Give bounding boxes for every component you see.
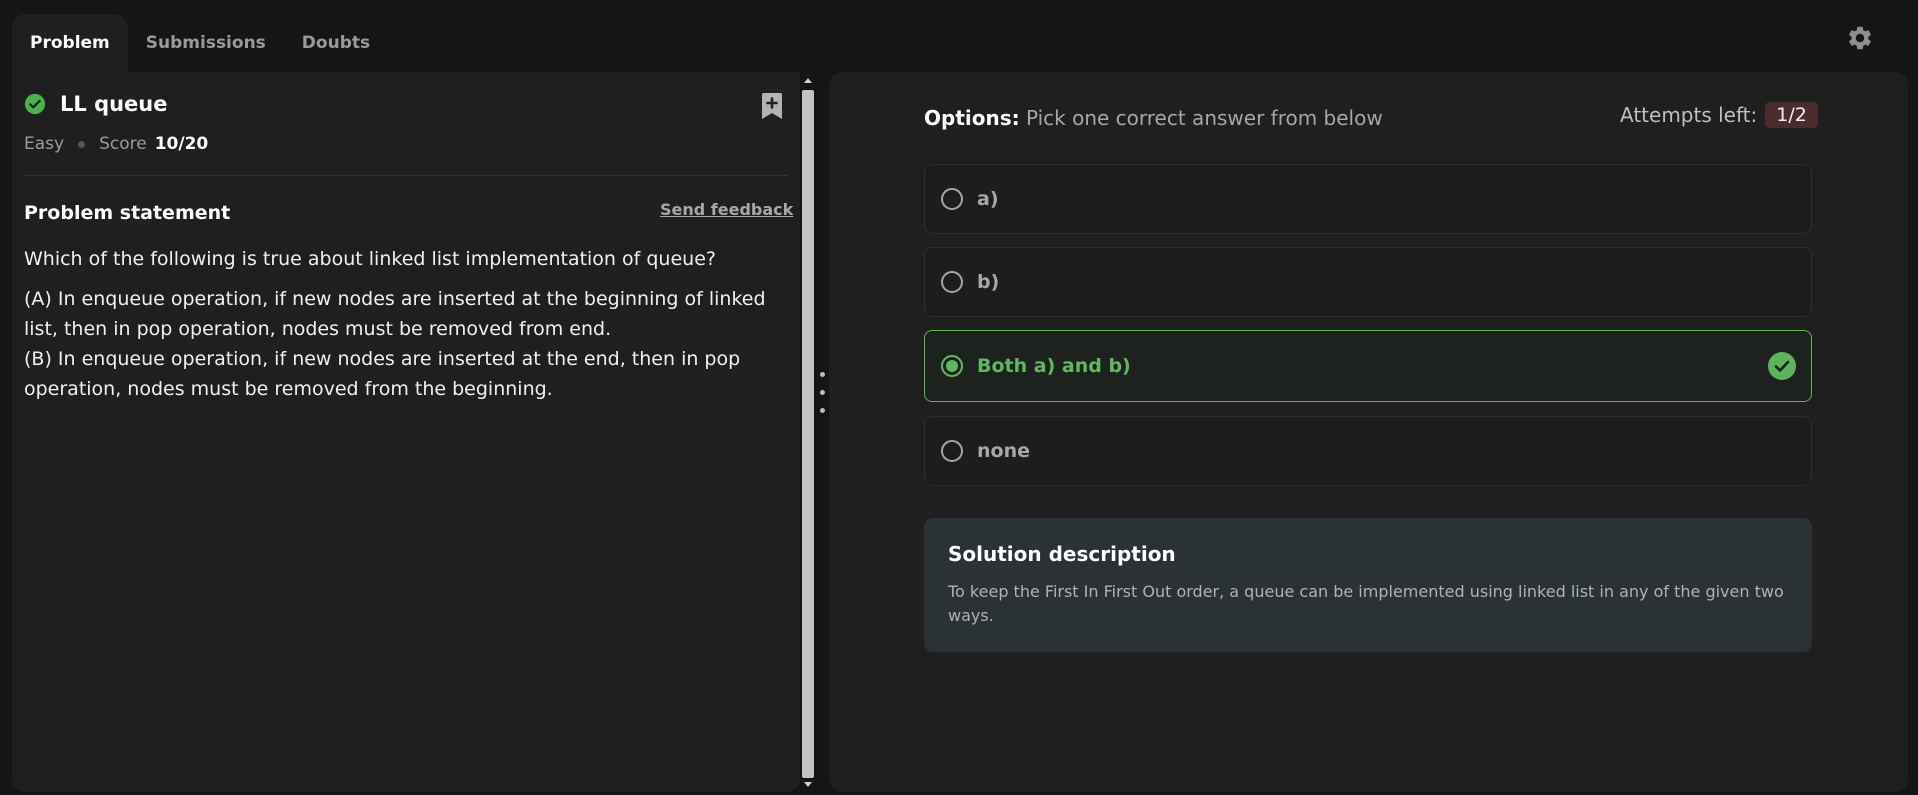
option-label: a) (977, 188, 999, 210)
option-none[interactable]: none (924, 416, 1812, 486)
score-label: Score (99, 134, 147, 154)
attempts-label: Attempts left: (1620, 103, 1758, 127)
scroll-down-arrow-icon[interactable] (804, 782, 812, 787)
problem-title-row: LL queue (24, 92, 168, 116)
option-both[interactable]: Both a) and b) (924, 330, 1812, 402)
solution-text: To keep the First In First Out order, a … (948, 582, 1784, 625)
radio-button[interactable] (941, 440, 963, 462)
attempts-left: Attempts left: 1/2 (1620, 102, 1818, 128)
scroll-up-arrow-icon[interactable] (804, 78, 812, 83)
problem-title: LL queue (60, 92, 168, 116)
option-label: Both a) and b) (977, 355, 1131, 377)
tab-problem[interactable]: Problem (12, 14, 128, 72)
radio-button[interactable] (941, 271, 963, 293)
correct-check-icon (1768, 352, 1796, 380)
problem-statement-heading: Problem statement (24, 202, 231, 224)
radio-dot (946, 360, 958, 372)
bookmark-add-icon[interactable] (759, 92, 785, 120)
tab-doubts[interactable]: Doubts (284, 14, 388, 72)
option-label: b) (977, 271, 1000, 293)
separator-dot (78, 140, 86, 148)
options-panel: Options: Pick one correct answer from be… (829, 72, 1908, 792)
options-heading-label: Options: (924, 106, 1020, 130)
tab-bar: Problem Submissions Doubts (12, 14, 388, 72)
problem-statement-body: Which of the following is true about lin… (24, 244, 799, 404)
options-heading: Options: Pick one correct answer from be… (924, 106, 1383, 130)
option-a[interactable]: a) (924, 164, 1812, 234)
score-value: 10/20 (154, 134, 209, 154)
panel-resize-handle[interactable] (818, 372, 826, 422)
solution-description: Solution description To keep the First I… (924, 518, 1812, 652)
gear-icon[interactable] (1846, 24, 1874, 52)
statement-option-a: (A) In enqueue operation, if new nodes a… (24, 288, 766, 340)
radio-button-selected[interactable] (941, 355, 963, 377)
app-root: Problem Submissions Doubts LL queue Easy… (0, 0, 1918, 795)
options-heading-instruction: Pick one correct answer from below (1025, 106, 1383, 130)
tab-submissions[interactable]: Submissions (128, 14, 284, 72)
statement-option-b: (B) In enqueue operation, if new nodes a… (24, 348, 741, 400)
attempts-badge: 1/2 (1765, 102, 1818, 128)
drag-dot (819, 390, 825, 395)
option-b[interactable]: b) (924, 247, 1812, 317)
radio-button[interactable] (941, 188, 963, 210)
problem-question: Which of the following is true about lin… (24, 248, 716, 270)
problem-meta: Easy Score 10/20 (24, 134, 208, 154)
send-feedback-link[interactable]: Send feedback (660, 200, 793, 219)
problem-panel: LL queue Easy Score 10/20 Problem statem… (12, 72, 800, 792)
solution-title: Solution description (948, 542, 1176, 566)
difficulty-label: Easy (24, 134, 65, 154)
drag-dots-icon (819, 372, 825, 377)
problem-scrollbar[interactable] (801, 78, 815, 790)
scrollbar-thumb[interactable] (802, 90, 814, 778)
check-circle-icon (24, 93, 46, 115)
option-label: none (977, 440, 1030, 462)
drag-dot (819, 408, 825, 413)
divider (24, 175, 788, 176)
